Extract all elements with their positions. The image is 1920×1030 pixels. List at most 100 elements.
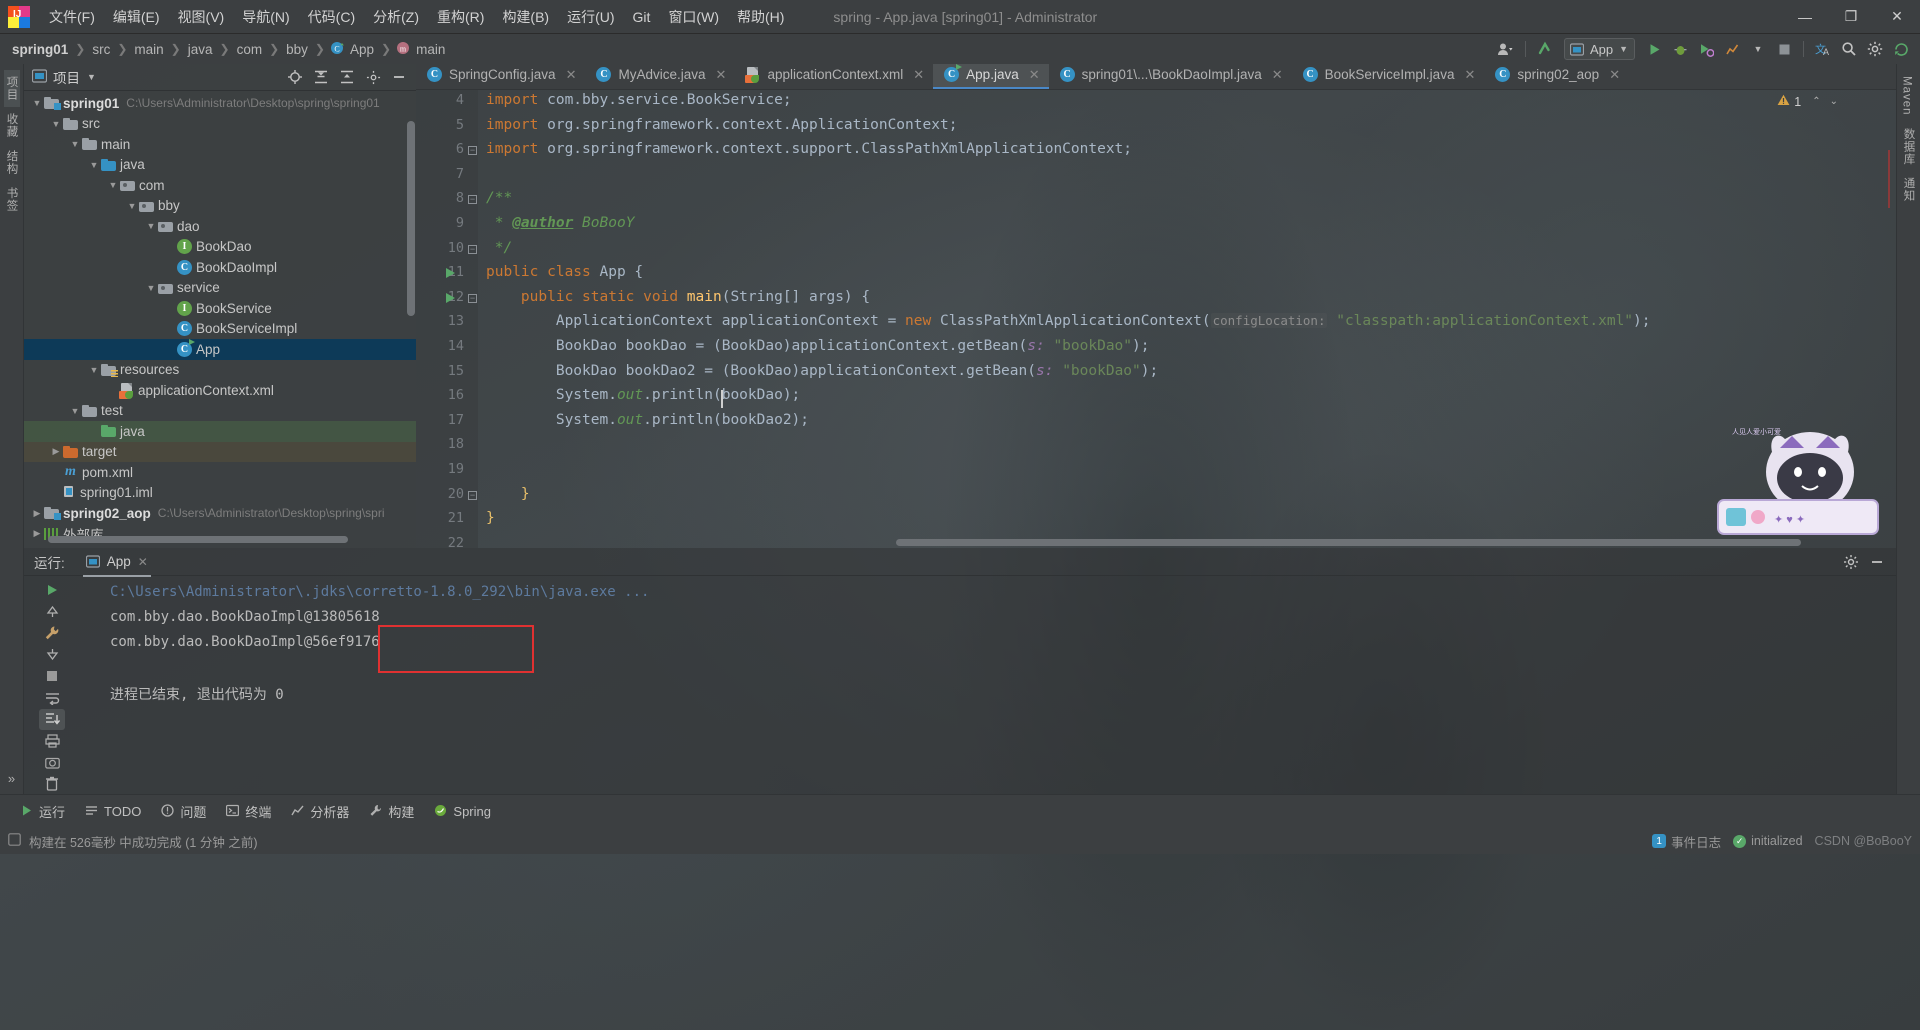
editor-tab-myadvicejava[interactable]: C MyAdvice.java ✕ [585, 60, 735, 89]
chevron-down-icon[interactable]: ▼ [49, 119, 63, 129]
tool-database[interactable]: 数据库 [1901, 122, 1917, 172]
breadcrumb-item-spring01[interactable]: spring01 [10, 42, 70, 57]
menu-git[interactable]: Git [624, 4, 660, 30]
tree-node-spring01[interactable]: ▼ spring01 C:\Users\Administrator\Desktop\… [24, 93, 416, 114]
minimize-icon[interactable] [1864, 549, 1890, 575]
wrench-button[interactable] [39, 623, 65, 644]
menu-navigate[interactable]: 导航(N) [233, 2, 298, 32]
close-tab-icon[interactable]: ✕ [1464, 67, 1475, 83]
breadcrumb-item-src[interactable]: src [90, 42, 112, 57]
menu-view[interactable]: 视图(V) [169, 2, 234, 32]
close-button[interactable]: ✕ [1874, 0, 1920, 34]
chevron-right-icon[interactable]: ▶ [30, 508, 44, 519]
translate-icon[interactable]: 文 A [1810, 36, 1836, 62]
search-icon[interactable] [1836, 36, 1862, 62]
code-fold-toggle[interactable]: − [468, 490, 477, 500]
breadcrumb-item-main[interactable]: m main [396, 41, 447, 58]
chevron-right-icon[interactable]: ▶ [49, 446, 63, 457]
locate-icon[interactable] [282, 64, 308, 90]
code-fold-toggle[interactable]: − [468, 195, 477, 205]
tree-node-bookdao[interactable]: I BookDao [24, 237, 416, 258]
editor-tab-applicationcontextxml[interactable]: applicationContext.xml ✕ [735, 60, 933, 89]
tree-node-target[interactable]: ▶ target [24, 441, 416, 463]
maximize-button[interactable]: ❐ [1828, 0, 1874, 34]
run-tab-app[interactable]: App ✕ [79, 551, 155, 577]
chevron-down-icon[interactable]: ▼ [144, 221, 158, 231]
scroll-down-button[interactable] [39, 645, 65, 666]
editor-horizontal-scrollbar[interactable] [896, 539, 1801, 546]
scroll-up-button[interactable] [39, 602, 65, 623]
chevron-up-icon[interactable]: ⌃ [1812, 96, 1820, 107]
tool-project[interactable]: 项目 [3, 70, 20, 107]
chevron-right-icon[interactable]: ▶ [30, 528, 44, 539]
run-icon[interactable] [1641, 36, 1667, 62]
bottom-profiler[interactable]: 分析器 [281, 799, 359, 824]
tree-node-com[interactable]: ▼ com [24, 175, 416, 196]
tree-node-service[interactable]: ▼ service [24, 278, 416, 299]
close-tab-icon[interactable]: ✕ [913, 67, 924, 83]
rerun-button[interactable] [39, 580, 65, 601]
breadcrumb-item-com[interactable]: com [235, 42, 265, 57]
code-fold-toggle[interactable]: − [468, 244, 477, 254]
bottom-terminal[interactable]: 终端 [216, 799, 281, 824]
debug-icon[interactable] [1667, 36, 1693, 62]
editor-tab-bookserviceimpljava[interactable]: C BookServiceImpl.java ✕ [1292, 60, 1485, 89]
tool-bookmarks[interactable]: 书签 [4, 181, 20, 218]
tool-structure[interactable]: 结构 [4, 144, 20, 181]
camera-button[interactable] [39, 752, 65, 773]
editor-tab-appjava[interactable]: C App.java ✕ [933, 60, 1050, 89]
print-button[interactable] [39, 731, 65, 752]
chevron-down-icon[interactable]: ▼ [106, 180, 120, 190]
console-output[interactable]: C:\Users\Administrator\.jdks\corretto-1.… [80, 576, 1896, 794]
soft-wrap-button[interactable] [39, 688, 65, 709]
tree-node-applicationcontext.xml[interactable]: applicationContext.xml [24, 380, 416, 401]
inspection-status[interactable]: 1 ⌃ ⌄ [1777, 94, 1838, 109]
bottom-problems[interactable]: 问题 [151, 799, 216, 824]
chevron-down-icon[interactable]: ▼ [68, 406, 82, 416]
project-settings-icon[interactable] [360, 64, 386, 90]
tree-node-bookdaoimpl[interactable]: C BookDaoImpl [24, 257, 416, 278]
minimize-button[interactable]: — [1782, 0, 1828, 34]
chevron-down-icon[interactable]: ▼ [125, 201, 139, 211]
breadcrumb-item-bby[interactable]: bby [284, 42, 310, 57]
close-tab-icon[interactable]: ✕ [1609, 67, 1620, 83]
chevron-down-icon[interactable]: ▼ [87, 365, 101, 375]
code-editor[interactable]: 4 5 6−7 8−9 10−11 12−13 14 15 16 17 18 19 20−21 22 im… [416, 90, 1896, 548]
clear-all-button[interactable] [39, 774, 65, 795]
code-fold-toggle[interactable]: − [468, 293, 477, 303]
stop-icon[interactable] [1771, 36, 1797, 62]
scroll-to-end-button[interactable] [39, 709, 65, 730]
bottom-build[interactable]: 构建 [359, 799, 424, 824]
close-tab-icon[interactable]: ✕ [1029, 67, 1040, 83]
collapse-all-icon[interactable] [334, 64, 360, 90]
chevron-down-icon[interactable]: ▼ [68, 139, 82, 149]
tree-node-pom.xml[interactable]: m pom.xml [24, 462, 416, 483]
tree-node-src[interactable]: ▼ src [24, 114, 416, 135]
tool-notifications[interactable]: 通知 [1901, 171, 1917, 208]
tree-node-bookservice[interactable]: I BookService [24, 298, 416, 319]
stop-button[interactable] [39, 666, 65, 687]
project-tree[interactable]: ▼ spring01 C:\Users\Administrator\Desktop\… [24, 91, 416, 548]
menu-run[interactable]: 运行(U) [558, 2, 623, 32]
menu-help[interactable]: 帮助(H) [728, 2, 793, 32]
menu-edit[interactable]: 编辑(E) [104, 2, 169, 32]
tree-node-spring02_aop[interactable]: ▶ spring02_aop C:\Users\Administrator\Desk… [24, 503, 416, 524]
editor-tab-spring02aop[interactable]: Cspring02_aop ✕ [1484, 60, 1629, 89]
tree-node-resources[interactable]: ▼ resources [24, 360, 416, 381]
tree-node-java[interactable]: ▼ java [24, 155, 416, 176]
close-tab-icon[interactable]: ✕ [1272, 67, 1283, 83]
close-icon[interactable]: ✕ [138, 555, 148, 569]
bottom-spring[interactable]: Spring [424, 801, 501, 822]
spring-status[interactable]: ✓ initialized [1733, 834, 1803, 848]
tree-node-java[interactable]: java [24, 421, 416, 442]
event-log-status[interactable]: 1 事件日志 [1652, 832, 1721, 851]
settings-icon[interactable] [1862, 36, 1888, 62]
bottom-run[interactable]: 运行 [10, 799, 75, 824]
close-tab-icon[interactable]: ✕ [716, 67, 727, 83]
vcs-update-icon[interactable] [1532, 36, 1558, 62]
updates-icon[interactable] [1888, 36, 1914, 62]
tree-node-bby[interactable]: ▼ bby [24, 196, 416, 217]
gutter-run-icon[interactable] [446, 268, 455, 279]
editor-tab-springconfigjava[interactable]: C SpringConfig.java ✕ [416, 60, 585, 89]
chevron-down-icon[interactable]: ▼ [144, 283, 158, 293]
